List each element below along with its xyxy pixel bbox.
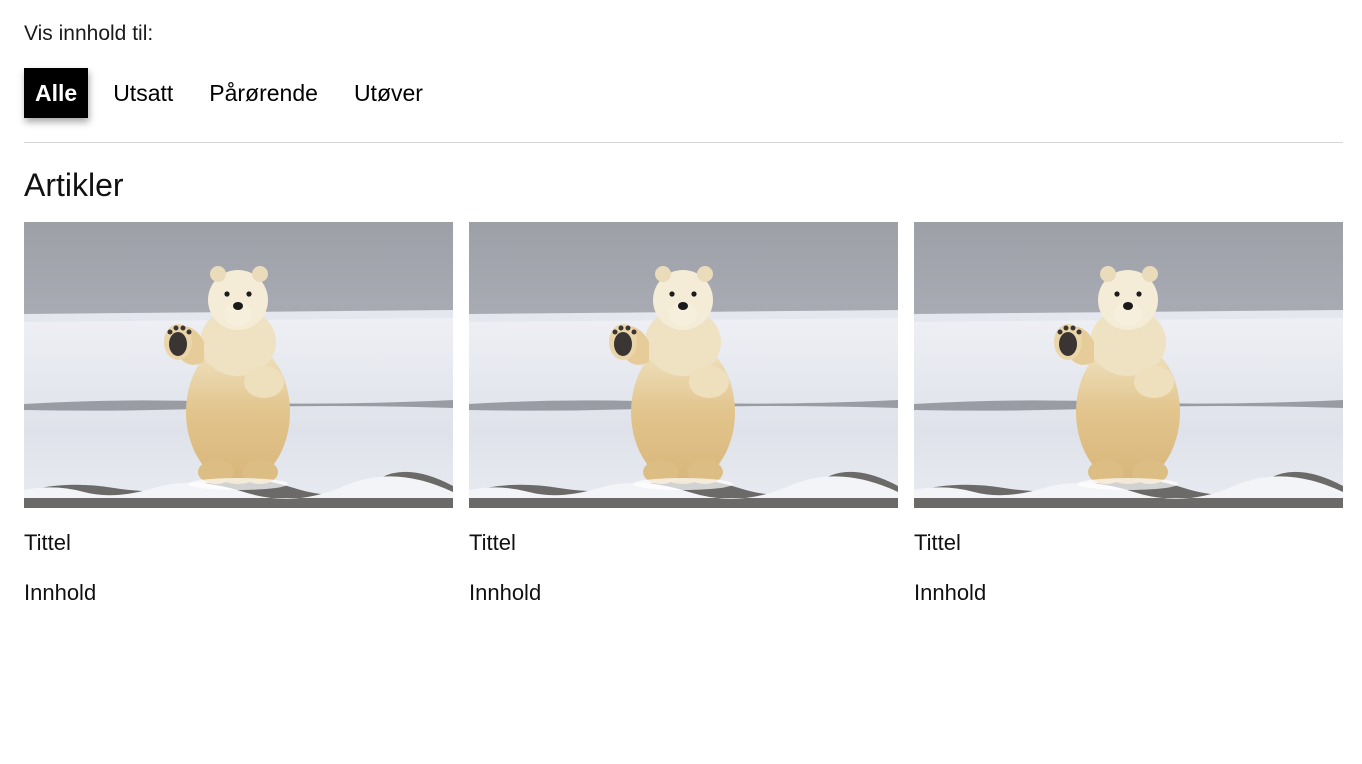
filter-label: Vis innhold til: [24, 22, 154, 45]
divider [24, 142, 1343, 143]
article-image-polar-bear[interactable] [24, 222, 453, 508]
page: Vis innhold til: Alle Utsatt Pårørende U… [0, 0, 1362, 764]
tab-alle[interactable]: Alle [24, 68, 89, 118]
tab-utover[interactable]: Utøver [343, 68, 434, 118]
article-content: Innhold [914, 580, 987, 605]
tab-parorende[interactable]: Pårørende [198, 68, 329, 118]
tab-utsatt[interactable]: Utsatt [102, 68, 184, 118]
article-title[interactable]: Tittel [914, 528, 1343, 558]
audience-filter-tabs: Alle Utsatt Pårørende Utøver [24, 68, 448, 118]
section-title-articles: Artikler [24, 167, 124, 203]
article-cards: Tittel Innhold Tittel Innhold Tittel Inn… [24, 222, 1343, 608]
article-title[interactable]: Tittel [24, 528, 453, 558]
article-title[interactable]: Tittel [469, 528, 898, 558]
article-content: Innhold [24, 580, 97, 605]
article-image-polar-bear[interactable] [914, 222, 1343, 508]
article-content: Innhold [469, 580, 542, 605]
article-image-polar-bear[interactable] [469, 222, 898, 508]
article-card[interactable]: Tittel Innhold [24, 222, 453, 608]
article-card[interactable]: Tittel Innhold [469, 222, 898, 608]
article-card[interactable]: Tittel Innhold [914, 222, 1343, 608]
